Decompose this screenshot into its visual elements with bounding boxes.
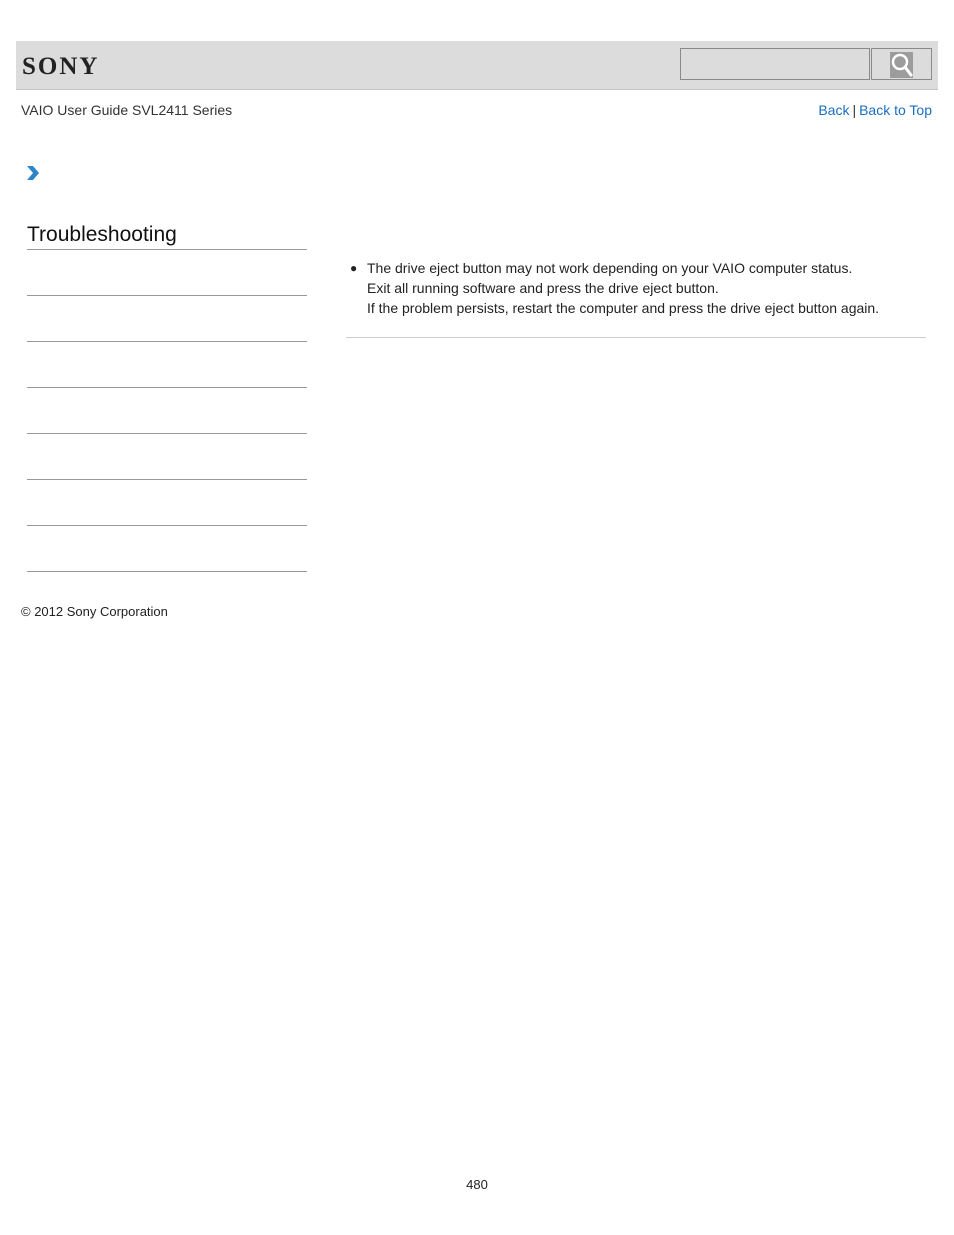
sidebar-item[interactable] <box>27 388 307 434</box>
sidebar-item[interactable] <box>27 526 307 572</box>
guide-title: VAIO User Guide SVL2411 Series <box>21 102 233 118</box>
sidebar-item[interactable] <box>27 250 307 296</box>
chevron-right-icon[interactable] <box>26 165 40 181</box>
content-divider <box>346 337 926 338</box>
sony-logo: SONY <box>22 53 100 80</box>
page-number: 480 <box>466 1177 488 1192</box>
bullet-list: ● The drive eject button may not work de… <box>346 258 926 318</box>
search-button[interactable] <box>871 48 932 80</box>
nav-separator: | <box>852 102 857 118</box>
header-bar: SONY <box>16 41 938 90</box>
list-item: ● The drive eject button may not work de… <box>346 258 926 318</box>
search-input[interactable] <box>680 48 870 80</box>
sidebar: Troubleshooting <box>27 222 307 572</box>
bullet-line: Exit all running software and press the … <box>367 280 719 296</box>
sidebar-item[interactable] <box>27 434 307 480</box>
nav-links: Back | Back to Top <box>818 102 932 118</box>
back-link[interactable]: Back <box>818 102 849 118</box>
bullet-icon: ● <box>350 261 358 275</box>
back-to-top-link[interactable]: Back to Top <box>859 102 932 118</box>
sidebar-item[interactable] <box>27 296 307 342</box>
copyright: © 2012 Sony Corporation <box>21 604 168 619</box>
main-content: ● The drive eject button may not work de… <box>346 258 926 338</box>
sidebar-title: Troubleshooting <box>27 222 307 250</box>
bullet-line: If the problem persists, restart the com… <box>367 300 880 316</box>
sidebar-item[interactable] <box>27 480 307 526</box>
search-icon <box>890 52 913 78</box>
bullet-line: The drive eject button may not work depe… <box>367 260 853 276</box>
sidebar-item[interactable] <box>27 342 307 388</box>
